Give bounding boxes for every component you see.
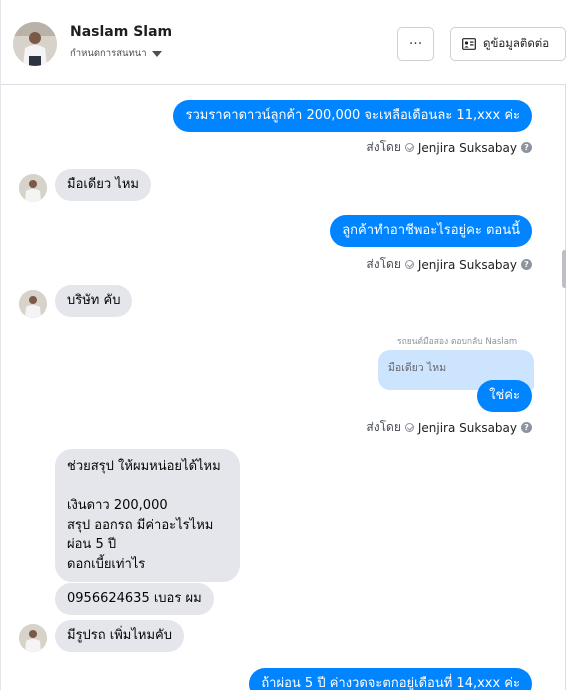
sent-by-prefix: ส่งโดย [366,420,401,434]
contact-avatar-small [19,624,47,652]
view-contact-info-label: ดูข้อมูลติดต่อ [483,36,550,50]
sent-by-agent: Jenjira Suksabay [417,420,517,435]
sent-by-agent: Jenjira Suksabay [417,257,517,272]
avatar-photo-icon [19,174,47,202]
help-icon[interactable]: ? [521,422,532,433]
avatar-photo-icon [13,22,57,66]
contact-name[interactable]: Naslam Slam [70,24,172,40]
conversation-panel: Naslam Slam กำหนดการสนทนา ··· ดูข้อมูลติ… [0,0,566,690]
sent-by-line: ส่งโดย Jenjira Suksabay ? [366,255,532,274]
avatar-photo-icon [19,624,47,652]
sent-by-line: ส่งโดย Jenjira Suksabay ? [366,418,532,437]
incoming-message[interactable]: มีรูปรถ เพิ่มไหมคับ [55,620,184,652]
view-contact-info-button[interactable]: ดูข้อมูลติดต่อ [450,27,566,61]
outgoing-message[interactable]: รวมราคาดาวน์ลูกค้า 200,000 จะเหลือเดือนล… [173,100,532,132]
conversation-header: Naslam Slam กำหนดการสนทนา ··· ดูข้อมูลติ… [1,0,566,85]
caret-down-icon [151,50,162,57]
incoming-message[interactable]: บริษัท คับ [55,285,133,317]
scrollbar-thumb[interactable] [562,250,566,288]
help-icon[interactable]: ? [521,142,532,153]
conversation-status-dropdown[interactable]: กำหนดการสนทนา [70,46,162,61]
sent-by-line: ส่งโดย Jenjira Suksabay ? [366,138,532,157]
incoming-message[interactable]: 0956624635 เบอร ผม [55,583,214,615]
sent-by-agent: Jenjira Suksabay [417,140,517,155]
outgoing-message[interactable]: ใช่ค่ะ [477,380,532,412]
more-options-button[interactable]: ··· [397,27,434,61]
sent-by-prefix: ส่งโดย [366,257,401,271]
check-circle-icon [404,423,414,432]
avatar-photo-icon [19,290,47,318]
check-circle-icon [404,260,414,269]
contact-avatar[interactable] [13,22,57,66]
incoming-message[interactable]: ช่วยสรุป ให้ผมหน่อยได้ไหม เงินดาว 200,00… [55,449,240,582]
contact-avatar-small [19,174,47,202]
sent-by-prefix: ส่งโดย [366,140,401,154]
reply-context-label: รถยนต์มือสอง ตอบกลับ Naslam [397,337,518,347]
check-circle-icon [404,143,414,152]
contact-avatar-small [19,290,47,318]
conversation-status-label: กำหนดการสนทนา [70,48,147,59]
contact-card-icon [462,38,476,50]
outgoing-message[interactable]: ลูกค้าทำอาชีพอะไรอยู่คะ ตอนนี้ [330,215,532,247]
incoming-message[interactable]: มือเดียว ไหม [55,169,151,201]
help-icon[interactable]: ? [521,259,532,270]
outgoing-message[interactable]: ถ้าผ่อน 5 ปี ค่างวดจะตกอยู่เดือนที่ 14,x… [249,668,532,690]
